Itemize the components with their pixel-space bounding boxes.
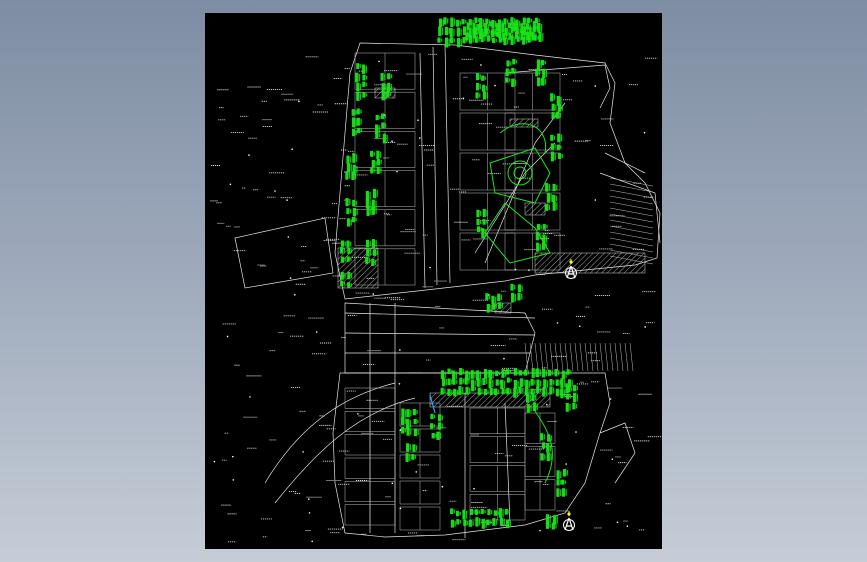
viewer-canvas[interactable] (0, 0, 867, 562)
drawing-sheet[interactable] (205, 13, 662, 549)
cad-site-plan (210, 17, 662, 543)
north-arrow-icon (563, 511, 575, 531)
dimension-text (210, 53, 662, 543)
site-linework (234, 42, 661, 538)
